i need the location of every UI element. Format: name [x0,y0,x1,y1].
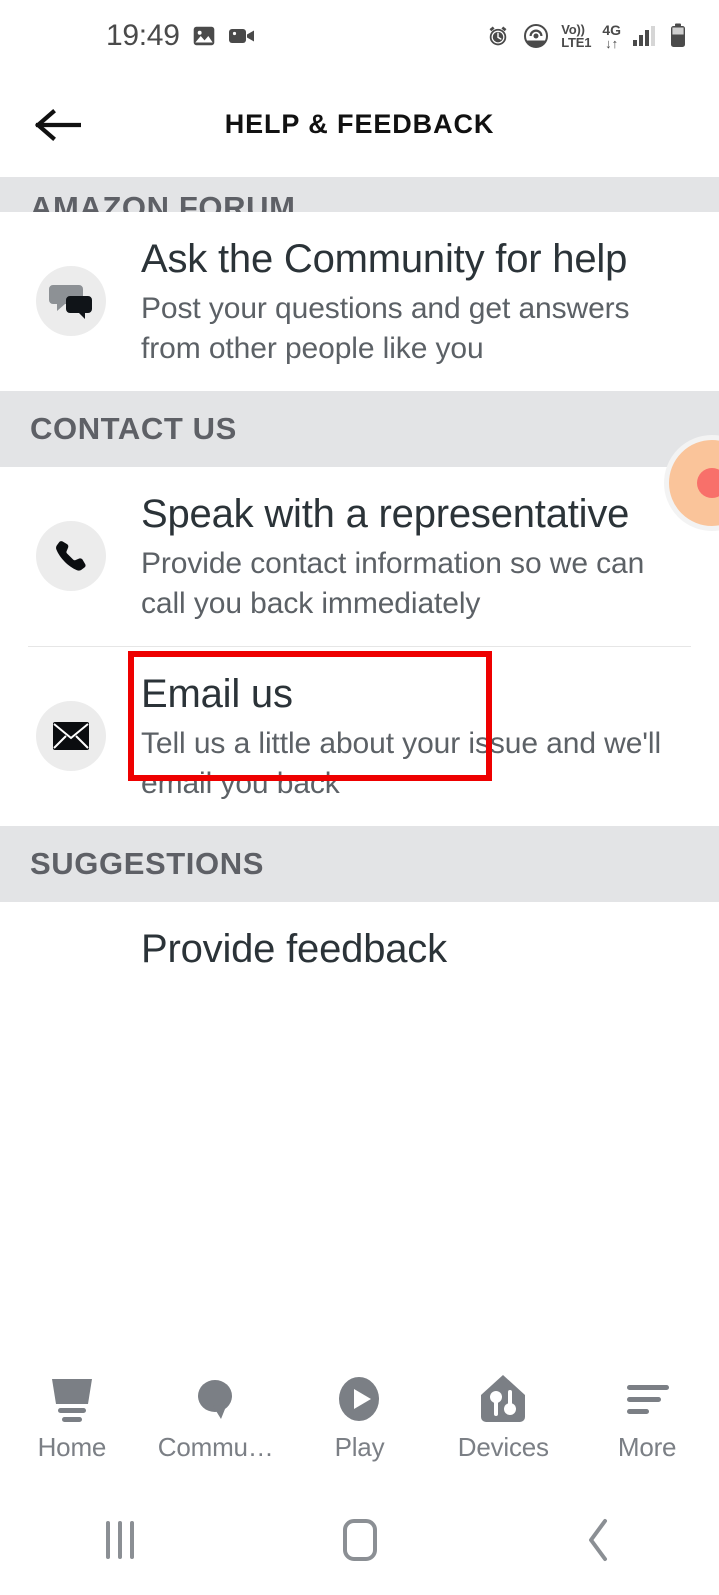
tab-more[interactable]: More [575,1373,719,1463]
tab-label: Play [334,1432,385,1462]
recents-button[interactable] [0,1521,240,1559]
battery-icon [669,23,687,49]
list-item-description: Post your questions and get answers from… [141,292,630,366]
back-button[interactable] [30,97,86,153]
basket-icon [44,1373,100,1425]
app-bar: HELP & FEEDBACK [0,72,719,177]
hamburger-menu-icon [621,1373,673,1425]
recents-icon [105,1521,134,1559]
section-header-label: SUGGESTIONS [30,845,264,881]
list-item-title: Provide feedback [141,926,447,971]
phone-icon [35,521,106,592]
house-devices-icon [478,1373,528,1425]
list-item-body: Speak with a representative Provide cont… [141,467,719,646]
list-item-icon-wrap [0,902,141,997]
list-item-description: Provide contact information so we can ca… [141,547,645,621]
touch-indicator-dot [697,468,719,498]
list-item-description: Tell us a little about your issue and we… [141,727,662,801]
volte-icon: Vo)) LTE1 [561,22,592,50]
envelope-icon [35,701,106,772]
status-bar: 19:49 Vo)) LTE1 4G ↓↑ [0,0,719,72]
page-title: HELP & FEEDBACK [224,109,495,139]
status-bar-left: 19:49 [106,21,256,51]
list-item-icon-wrap [0,467,141,646]
back-chevron-icon [584,1517,614,1563]
back-arrow-icon [35,108,81,142]
back-nav-button[interactable] [479,1517,719,1563]
section-header-contact-us: CONTACT US [0,390,719,467]
image-icon [191,23,217,49]
section-header-label: CONTACT US [30,410,237,446]
phone-screen: 19:49 Vo)) LTE1 4G ↓↑ HELP & FEEDBACK AM… [0,0,719,1595]
network-type-icon: 4G ↓↑ [602,21,621,51]
signal-bars-icon [632,24,658,48]
list-item-speak-with-representative[interactable]: Speak with a representative Provide cont… [0,466,719,646]
section-header-amazon-forum: AMAZON FORUM [0,177,719,212]
list-item-icon-wrap [0,647,141,826]
home-square-icon [342,1519,377,1561]
tab-devices[interactable]: Devices [431,1373,575,1463]
list-item-icon-wrap [0,212,141,391]
home-button[interactable] [240,1519,480,1561]
android-nav-bar [0,1485,719,1595]
list-item-ask-community[interactable]: Ask the Community for help Post your que… [0,212,719,391]
tab-home[interactable]: Home [0,1373,144,1463]
status-bar-right: Vo)) LTE1 4G ↓↑ [485,23,687,50]
alarm-icon [485,23,511,49]
scroll-content[interactable]: AMAZON FORUM Ask the Community for help … [0,177,719,1358]
chat-bubbles-icon [35,266,106,337]
tab-label: Home [37,1432,107,1462]
play-circle-icon [333,1373,385,1425]
list-item-body: Email us Tell us a little about your iss… [141,647,719,826]
list-item-email-us[interactable]: Email us Tell us a little about your iss… [0,646,719,826]
tab-label: More [617,1432,677,1462]
list-item-title: Email us [141,671,293,716]
tab-community[interactable]: Commu… [144,1373,288,1463]
tab-label: Devices [457,1432,549,1462]
speech-bubble-icon [191,1373,241,1425]
hotspot-icon [522,23,550,49]
list-item-body: Provide feedback [141,902,719,997]
list-item-title: Ask the Community for help [141,237,628,281]
tab-play[interactable]: Play [288,1373,432,1463]
list-item-body: Ask the Community for help Post your que… [141,212,719,391]
section-header-label: AMAZON FORUM [30,190,296,212]
video-camera-icon [228,25,256,47]
status-bar-clock: 19:49 [106,19,180,52]
tab-label: Commu… [157,1432,274,1462]
list-item-title: Speak with a representative [141,491,630,536]
section-header-suggestions: SUGGESTIONS [0,825,719,902]
list-item-provide-feedback[interactable]: Provide feedback [0,901,719,998]
bottom-tab-bar: Home Commu… Play Devices More [0,1358,719,1485]
